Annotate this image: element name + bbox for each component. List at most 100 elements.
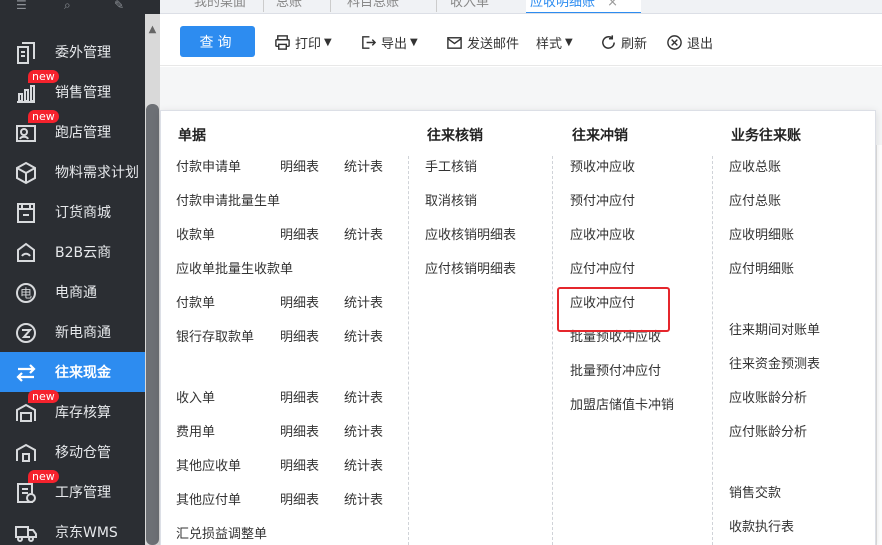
- menu-item-offset[interactable]: 应收冲应收: [570, 228, 635, 244]
- menu-item-stats-report[interactable]: 统计表: [344, 330, 383, 346]
- menu-item-document[interactable]: 银行存取款单: [176, 330, 254, 346]
- menu-item-document[interactable]: 费用单: [176, 425, 215, 441]
- menu-item-ledger[interactable]: 应付账龄分析: [729, 425, 807, 441]
- sidebar-item[interactable]: 移动仓管: [0, 432, 145, 472]
- menu-item-stats-report[interactable]: 统计表: [344, 160, 383, 176]
- sidebar-item-label: 京东WMS: [55, 525, 118, 541]
- menu-item-offset[interactable]: 应收冲应付: [570, 296, 635, 312]
- column-divider: [408, 156, 409, 545]
- exit-icon: [667, 34, 682, 50]
- style-label: 样式: [536, 36, 563, 52]
- menu-item-document[interactable]: 其他应收单: [176, 459, 241, 475]
- menu-icon[interactable]: ☰: [16, 0, 36, 12]
- export-button[interactable]: 导出 ▼: [360, 32, 418, 52]
- menu-item-verify[interactable]: 应付核销明细表: [425, 262, 516, 278]
- menu-item-detail-report[interactable]: 明细表: [280, 160, 319, 176]
- sidebar-item-label: 往来现金: [55, 365, 111, 381]
- refresh-button[interactable]: 刷新: [600, 32, 647, 52]
- menu-item-document[interactable]: 收款单: [176, 228, 215, 244]
- tab-income-doc[interactable]: 收入单: [446, 0, 493, 13]
- sidebar-item[interactable]: 跑店管理 new: [0, 110, 145, 152]
- menu-item-stats-report[interactable]: 统计表: [344, 493, 383, 509]
- menu-item-detail-report[interactable]: 明细表: [280, 228, 319, 244]
- exit-button[interactable]: 退出: [666, 32, 713, 52]
- menu-item-ledger[interactable]: 应付明细账: [729, 262, 794, 278]
- sidebar-item[interactable]: 物料需求计划: [0, 152, 145, 192]
- menu-item-offset[interactable]: 加盟店储值卡冲销: [570, 398, 674, 414]
- menu-item-offset[interactable]: 预付冲应付: [570, 194, 635, 210]
- menu-item-detail-report[interactable]: 明细表: [280, 330, 319, 346]
- menu-item-stats-report[interactable]: 统计表: [344, 228, 383, 244]
- menu-item-verify[interactable]: 取消核销: [425, 194, 477, 210]
- style-button[interactable]: 样式 ▼: [536, 32, 573, 52]
- menu-item-document[interactable]: 其他应付单: [176, 493, 241, 509]
- column-divider: [712, 156, 713, 545]
- menu-item-verify[interactable]: 应收核销明细表: [425, 228, 516, 244]
- print-button[interactable]: 打印 ▼: [274, 32, 332, 52]
- refresh-label: 刷新: [621, 36, 648, 52]
- sidebar-scrollbar-thumb[interactable]: [146, 104, 159, 545]
- send-mail-button[interactable]: 发送邮件: [446, 32, 519, 52]
- menu-item-offset[interactable]: 预收冲应收: [570, 160, 635, 176]
- new-badge: new: [28, 390, 59, 403]
- menu-item-ledger[interactable]: 往来资金预测表: [729, 357, 820, 373]
- menu-item-detail-report[interactable]: 明细表: [280, 459, 319, 475]
- menu-item-ledger[interactable]: 应收明细账: [729, 228, 794, 244]
- menu-item-document[interactable]: 收入单: [176, 391, 215, 407]
- refresh-icon: [602, 34, 615, 49]
- new-badge: new: [28, 110, 59, 123]
- tab-general-ledger[interactable]: 总账: [272, 0, 306, 13]
- mail-icon: [447, 36, 462, 49]
- tab-my-desktop[interactable]: 我的桌面: [190, 0, 250, 13]
- menu-item-document[interactable]: 应收单批量生收款单: [176, 262, 293, 278]
- menu-item-ledger[interactable]: 应收账龄分析: [729, 391, 807, 407]
- inventory-icon: [13, 400, 39, 426]
- menu-item-detail-report[interactable]: 明细表: [280, 425, 319, 441]
- sidebar-item[interactable]: 京东WMS: [0, 512, 145, 545]
- menu-item-detail-report[interactable]: 明细表: [280, 296, 319, 312]
- menu-item-ledger[interactable]: 应付总账: [729, 194, 781, 210]
- menu-item-ledger[interactable]: 收款执行表: [729, 520, 794, 536]
- menu-item-ledger[interactable]: 往来期间对账单: [729, 323, 820, 339]
- tab-receivable-detail[interactable]: 应收明细账 ×: [526, 0, 641, 13]
- sidebar-item[interactable]: 往来现金: [0, 352, 145, 392]
- menu-item-offset[interactable]: 批量预收冲应收: [570, 330, 661, 346]
- process-icon: [13, 480, 39, 506]
- sidebar-item[interactable]: 订货商城: [0, 192, 145, 232]
- menu-item-stats-report[interactable]: 统计表: [344, 459, 383, 475]
- sidebar-item[interactable]: 电 电商通: [0, 272, 145, 312]
- menu-item-offset[interactable]: 批量预付冲应付: [570, 364, 661, 380]
- menu-item-stats-report[interactable]: 统计表: [344, 296, 383, 312]
- sidebar-item[interactable]: 库存核算 new: [0, 390, 145, 432]
- sidebar-item[interactable]: B2B云商: [0, 232, 145, 272]
- tab-subject-ledger[interactable]: 科目总账: [343, 0, 403, 13]
- sidebar-item[interactable]: 新电商通: [0, 312, 145, 352]
- menu-item-document[interactable]: 汇兑损益调整单: [176, 527, 267, 543]
- search-icon[interactable]: ⌕: [64, 0, 84, 12]
- menu-item-detail-report[interactable]: 明细表: [280, 391, 319, 407]
- menu-item-ledger[interactable]: 应收总账: [729, 160, 781, 176]
- new-badge: new: [28, 470, 59, 483]
- menu-item-verify[interactable]: 手工核销: [425, 160, 477, 176]
- sidebar-item[interactable]: 工序管理 new: [0, 470, 145, 512]
- menu-item-document[interactable]: 付款单: [176, 296, 215, 312]
- close-icon[interactable]: ×: [607, 0, 618, 10]
- menu-item-offset[interactable]: 应付冲应付: [570, 262, 635, 278]
- menu-item-stats-report[interactable]: 统计表: [344, 391, 383, 407]
- menu-item-stats-report[interactable]: 统计表: [344, 425, 383, 441]
- sidebar-item-label: 移动仓管: [55, 445, 111, 461]
- query-button[interactable]: 查询: [180, 26, 255, 57]
- sidebar-item-label: B2B云商: [55, 245, 112, 261]
- menu-item-document[interactable]: 付款申请批量生单: [176, 194, 280, 210]
- tab-divider: [330, 0, 331, 12]
- sidebar-item[interactable]: 委外管理: [0, 32, 145, 72]
- column-title-ledger: 业务往来账: [731, 128, 801, 144]
- mobile-warehouse-icon: [13, 440, 39, 466]
- sidebar-item[interactable]: 销售管理 new: [0, 70, 145, 112]
- scroll-up-arrow-icon[interactable]: ▲: [146, 24, 159, 36]
- edit-icon[interactable]: ✎: [114, 0, 134, 12]
- menu-item-document[interactable]: 付款申请单: [176, 160, 241, 176]
- menu-item-detail-report[interactable]: 明细表: [280, 493, 319, 509]
- sidebar-item-label: 新电商通: [55, 325, 111, 341]
- menu-item-ledger[interactable]: 销售交款: [729, 486, 781, 502]
